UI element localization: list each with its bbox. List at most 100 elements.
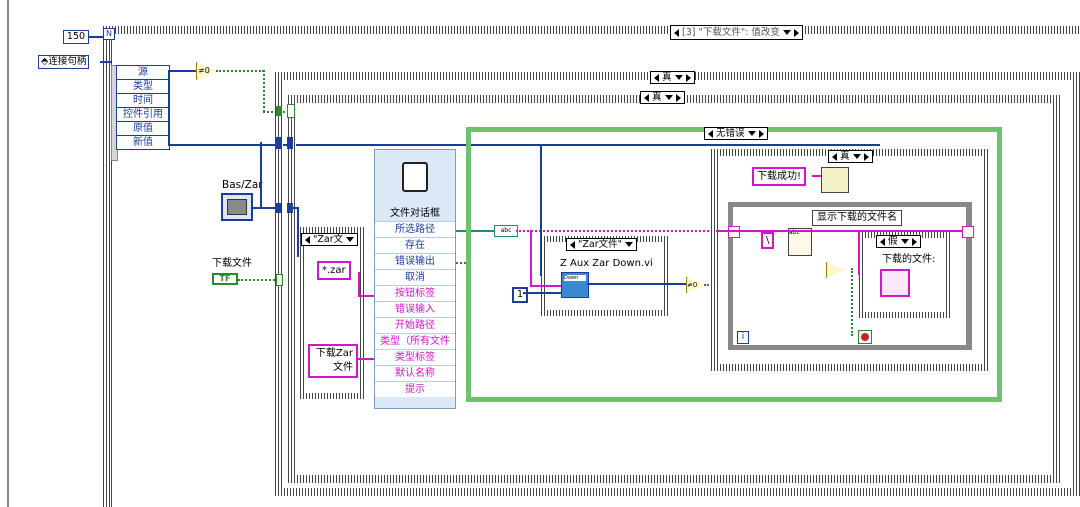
vi-icon[interactable]: Down [561,272,589,298]
source-wire [168,70,196,72]
dialog-in-default-name[interactable]: 默认名称 [375,366,455,382]
loop-count-terminal: N [103,28,115,40]
prev-case-icon[interactable] [674,28,679,37]
no-error-selector[interactable]: 无错误 [704,127,768,140]
success-prev-icon[interactable] [832,152,837,161]
no-error-dropdown-icon[interactable] [747,131,756,136]
case-inner-dropdown-icon[interactable] [664,95,673,100]
success-dropdown-icon[interactable] [852,154,861,159]
string-split-node[interactable]: abc [788,228,812,256]
left-diagram-edge [7,0,9,507]
constant-one[interactable]: 1 [512,287,528,303]
case-outer-dropdown-icon[interactable] [674,75,683,80]
tunnel-bool-1 [276,106,282,116]
event-structure-left-edge [103,26,111,507]
bas-wire-down [297,207,299,257]
no-error-prev-icon[interactable] [708,129,713,138]
next-case-icon[interactable] [793,28,799,37]
false-prev-icon[interactable] [880,237,885,246]
tunnel-ref-1 [276,137,282,149]
success-next-icon[interactable] [863,152,869,161]
false-dropdown-icon[interactable] [900,239,909,244]
stop-icon[interactable] [858,330,872,344]
case-selector-inner[interactable]: 真 [640,91,685,104]
next-case-outer-icon[interactable] [685,73,691,82]
dialog-in-type-label[interactable]: 类型标签 [375,350,455,366]
one-wire [523,292,561,294]
false-case-selector[interactable]: 假 [876,235,921,248]
file-dialog-node[interactable]: 文件对话框 所选路径 存在 错误输出 取消 按钮标签 错误输入 开始路径 类型（… [374,149,456,409]
case-selector-outer[interactable]: 真 [650,71,695,84]
connection-handle-control[interactable]: ⬘连接句柄 [38,55,90,69]
event-field-oldval[interactable]: 原值 [117,122,169,136]
dropdown-icon[interactable] [782,30,791,35]
vi-icon-text: Down [564,275,586,281]
event-structure-frame [103,26,1080,34]
filter-dropdown-icon[interactable] [346,237,355,242]
event-field-newval[interactable]: 新值 [117,136,169,149]
loop-count-constant[interactable]: 150 [63,30,89,44]
bool-wire-2 [263,70,265,112]
dialog-in-start-path[interactable]: 开始路径 [375,318,455,334]
event-field-ctlref[interactable]: 控件引用 [117,108,169,122]
dialog-in-error[interactable]: 错误输入 [375,302,455,318]
dialog-out-selected-path[interactable]: 所选路径 [375,222,455,238]
dialog-out-cancel[interactable]: 取消 [375,270,455,286]
tunnel-ref-2 [287,137,293,149]
dialog-in-prompt[interactable]: 提示 [375,382,455,397]
false-next-icon[interactable] [911,237,917,246]
downloaded-file-label: 下载的文件: [882,254,936,265]
bas-zar-label: Bas/Zar [222,179,263,191]
tunnel-bool-2 [287,104,295,118]
downloaded-file-indicator[interactable] [880,269,910,297]
ref-wire-h [168,70,170,145]
loop-green-wire [851,268,853,336]
vi-in-wire-pink-h [530,285,561,287]
no-error-next-icon[interactable] [758,129,764,138]
dialog-in-type[interactable]: 类型（所有文件 [375,334,455,350]
filter-case-selector[interactable]: "Zar文 [301,233,359,246]
zar-file-selector[interactable]: "Zar文件" [566,238,637,251]
prev-case-outer-icon[interactable] [654,73,659,82]
download-tunnel [276,274,283,286]
dialog-out-error[interactable]: 错误输出 [375,254,455,270]
vi-name-label: Z Aux Zar Down.vi [560,258,653,269]
event-field-source[interactable]: 源 [117,66,169,80]
pink-wire-loop [716,230,962,232]
success-message-constant[interactable]: 下载成功! [752,167,807,186]
success-case-selector[interactable]: 真 [828,150,873,163]
dialog-in-button-label[interactable]: 按钮标签 [375,286,455,302]
neq0-node[interactable]: ≠0 [196,62,217,80]
message-dialog-icon[interactable] [821,167,849,193]
file-dialog-title: 文件对话框 [390,208,440,219]
download-button-label: 下载文件 [212,258,252,269]
prev-case-inner-icon[interactable] [644,93,649,102]
loop-shift-left [728,226,740,238]
handle-wire [100,61,112,63]
bas-zar-icon [227,199,247,215]
bool-wire-1 [216,70,264,72]
type-label-constant[interactable]: 下载Zar 文件 [308,344,358,378]
event-field-time[interactable]: 时间 [117,94,169,108]
pattern-wire-v [358,272,360,296]
file-dialog-icon [402,162,428,192]
pattern-constant[interactable]: *.zar [317,261,351,280]
loop-iteration-icon: i [737,331,749,344]
event-field-type[interactable]: 类型 [117,80,169,94]
loop-count-wire [88,36,103,38]
type-label-wire [356,358,376,360]
zar-file-dropdown-icon[interactable] [624,242,633,247]
vi-in-wire-pink [530,230,532,286]
bas-zar-wire-up [260,142,262,208]
download-button-terminal[interactable]: TF [212,273,238,285]
next-case-inner-icon[interactable] [675,93,681,102]
bas-zar-wire [253,207,278,209]
filter-prev-icon[interactable] [305,235,310,244]
download-wire [238,279,278,281]
dialog-out-exists[interactable]: 存在 [375,238,455,254]
zar-file-prev-icon[interactable] [570,240,575,249]
event-case-selector[interactable]: [3] "下载文件": 值改变 [670,25,803,40]
backslash-constant[interactable]: \ [761,232,775,249]
bas-zar-control[interactable] [221,193,253,221]
tunnel-bas-1 [276,203,282,213]
